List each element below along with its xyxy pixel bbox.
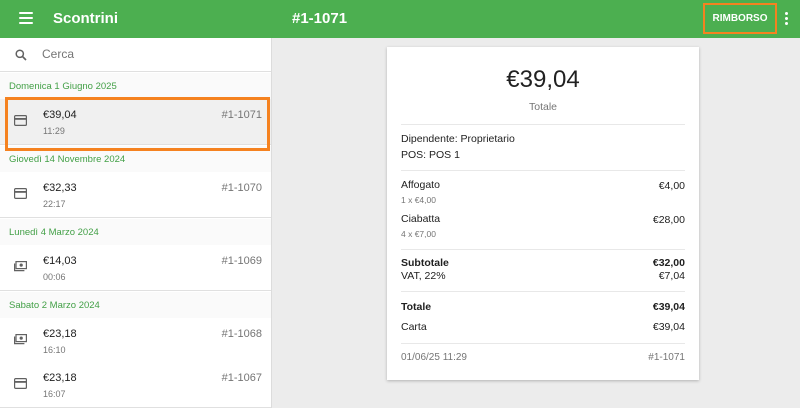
receipt-amount: €14,03 [43, 255, 77, 267]
receipt-item[interactable]: €32,33 22:17 #1-1070 [0, 172, 271, 218]
receipt-number: #1-1070 [221, 182, 262, 194]
receipt-time: 00:06 [43, 272, 66, 282]
divider [401, 249, 685, 250]
search-input[interactable] [42, 47, 242, 61]
more-vert-icon[interactable] [781, 12, 791, 26]
divider [401, 343, 685, 344]
receipt-item[interactable]: €23,18 16:10 #1-1068 [0, 318, 271, 364]
menu-icon[interactable] [19, 12, 33, 24]
receipts-list-panel: Domenica 1 Giugno 2025 €39,04 11:29 #1-1… [0, 38, 272, 408]
line-item-price: €28,00 [652, 214, 685, 226]
search-icon [15, 49, 27, 61]
receipt-item[interactable]: €23,18 16:07 #1-1067 [0, 362, 271, 408]
card-icon [14, 188, 27, 199]
pos-label: POS: POS 1 [401, 149, 460, 161]
refund-button[interactable]: RIMBORSO [703, 3, 777, 34]
receipt-number: #1-1068 [221, 328, 262, 340]
line-item-name: Ciabatta [401, 213, 441, 225]
receipt-item[interactable]: €14,03 00:06 #1-1069 [0, 245, 271, 291]
receipt-number: #1-1067 [221, 372, 262, 384]
receipt-time: 16:10 [43, 345, 66, 355]
total-caption: Totale [528, 101, 558, 113]
line-item-price: €4,00 [658, 180, 685, 192]
cash-icon [14, 334, 27, 345]
divider [401, 291, 685, 292]
receipt-time: 16:07 [43, 389, 66, 399]
group-header-date: Sabato 2 Marzo 2024 [0, 292, 271, 318]
selected-receipt-highlight [5, 97, 270, 151]
payment-method-label: Carta [401, 321, 427, 333]
search-bar [0, 38, 271, 72]
divider [401, 124, 685, 125]
receipt-amount: €23,18 [43, 328, 77, 340]
card-icon [14, 378, 27, 389]
cash-icon [14, 261, 27, 272]
receipt-footer-number: #1-1071 [648, 352, 685, 363]
group-header-date: Domenica 1 Giugno 2025 [0, 73, 271, 99]
group-header-date: Lunedì 4 Marzo 2024 [0, 219, 271, 245]
line-item-qty: 4 x €7,00 [401, 229, 436, 239]
total-value: €39,04 [652, 301, 685, 313]
total-label: Totale [401, 301, 432, 313]
vat-value: €7,04 [658, 270, 685, 282]
subtotal-label: Subtotale [401, 257, 449, 269]
receipt-total: €39,04 [506, 66, 580, 93]
receipt-number: #1-1069 [221, 255, 262, 267]
line-item-name: Affogato [401, 179, 440, 191]
receipt-datetime: 01/06/25 11:29 [401, 352, 467, 363]
app-title: Scontrini [53, 10, 119, 27]
receipt-amount: €32,33 [43, 182, 77, 194]
subtotal-value: €32,00 [652, 257, 685, 269]
payment-value: €39,04 [652, 321, 685, 333]
receipt-number-title: #1-1071 [292, 10, 348, 27]
receipt-amount: €23,18 [43, 372, 77, 384]
app-bar: Scontrini #1-1071 RIMBORSO [0, 0, 800, 38]
receipt-detail-card: €39,04 Totale Dipendente: Proprietario P… [387, 47, 699, 380]
line-item-qty: 1 x €4,00 [401, 195, 436, 205]
receipt-time: 22:17 [43, 199, 66, 209]
divider [401, 170, 685, 171]
vat-label: VAT, 22% [401, 270, 446, 282]
employee-label: Dipendente: Proprietario [401, 133, 515, 145]
